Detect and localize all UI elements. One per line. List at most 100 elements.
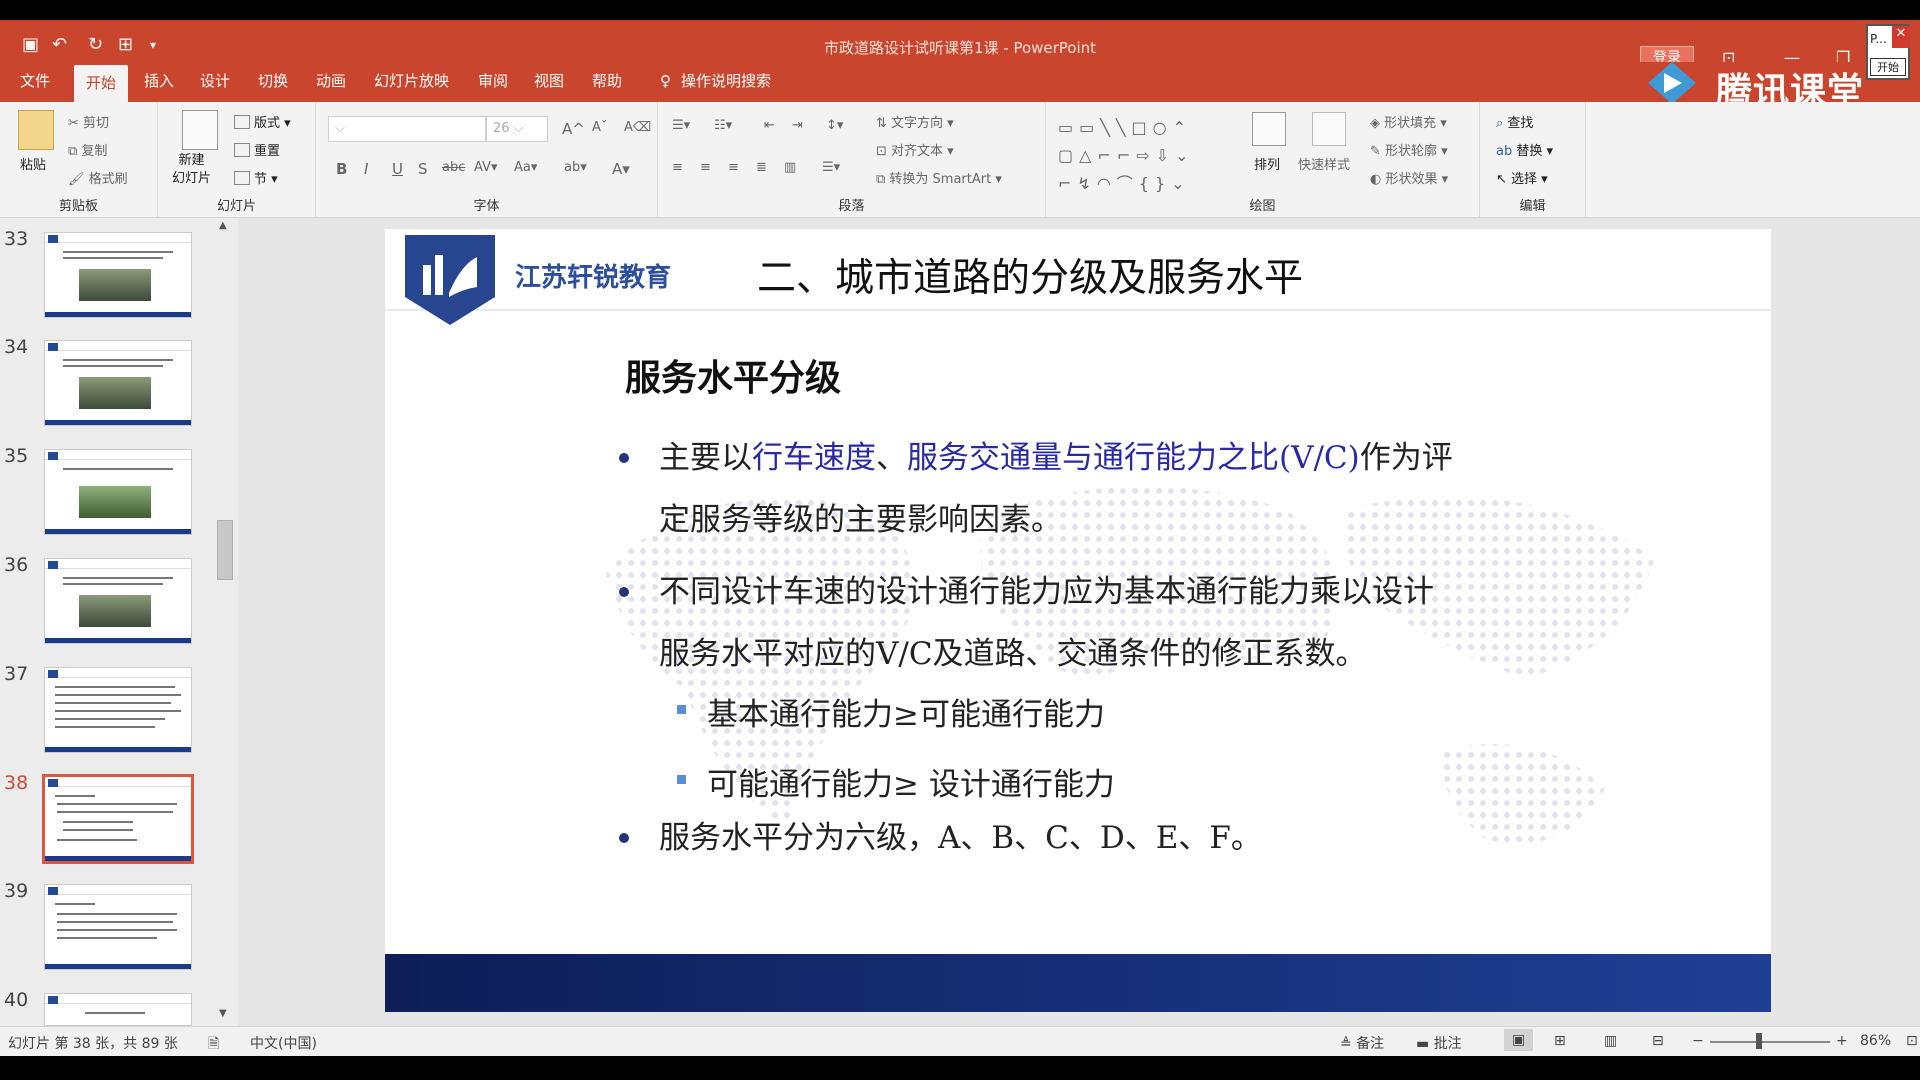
columns-icon[interactable]: ▥ bbox=[784, 160, 796, 175]
select-button[interactable]: ↖ 选择 ▾ bbox=[1496, 168, 1548, 187]
tab-animations[interactable]: 动画 bbox=[316, 70, 346, 91]
tab-design[interactable]: 设计 bbox=[200, 70, 230, 91]
tab-slideshow[interactable]: 幻灯片放映 bbox=[374, 70, 449, 91]
copy-button[interactable]: ⧉ 复制 bbox=[68, 140, 107, 159]
tab-review[interactable]: 审阅 bbox=[478, 70, 508, 91]
tab-file[interactable]: 文件 bbox=[20, 70, 50, 91]
font-size-select[interactable]: 26 ⌵ bbox=[486, 116, 548, 142]
font-color-icon[interactable]: A▾ bbox=[612, 160, 630, 178]
thumbnail-scrollbar[interactable]: ▲ ▼ bbox=[215, 220, 235, 1020]
shape-effects-button[interactable]: ◐ 形状效果 ▾ bbox=[1370, 168, 1448, 187]
line-spacing-icon[interactable]: ↕▾ bbox=[826, 118, 843, 133]
format-painter-button[interactable]: 🖌 格式刷 bbox=[68, 168, 128, 187]
slide-thumbnail[interactable] bbox=[44, 449, 192, 535]
format-painter-label: 格式刷 bbox=[88, 172, 128, 187]
align-left-icon[interactable]: ≡ bbox=[672, 160, 683, 175]
justify-icon[interactable]: ≣ bbox=[756, 160, 767, 175]
thumb-number: 34 bbox=[4, 336, 29, 358]
slide-thumbnail[interactable] bbox=[44, 884, 192, 970]
shapes-gallery[interactable]: ▭▭╲╲□○⌃ ▢△⌐⌐⇨⇩⌄ ⌐↯◠⌒{}⌄ bbox=[1058, 114, 1238, 198]
comments-button[interactable]: ▬ 批注 bbox=[1416, 1033, 1462, 1053]
slide[interactable]: 江苏轩锐教育 二、城市道路的分级及服务水平 服务水平分级 主要以行车速度、服务交… bbox=[385, 229, 1771, 1012]
tell-me-search[interactable]: ♀ 操作说明搜索 bbox=[660, 70, 771, 91]
char-spacing-icon[interactable]: AV▾ bbox=[474, 160, 497, 175]
scroll-up-icon[interactable]: ▲ bbox=[219, 220, 227, 231]
numbering-icon[interactable]: ☷▾ bbox=[714, 118, 732, 133]
bullets-icon[interactable]: ☰▾ bbox=[672, 118, 690, 133]
slide-thumbnail-pane: 33 34 35 36 37 38 39 40 bbox=[0, 218, 238, 1026]
align-text-label: 对齐文本 bbox=[891, 144, 944, 159]
arrange-button[interactable]: 排列 bbox=[1254, 154, 1280, 173]
tab-help[interactable]: 帮助 bbox=[592, 70, 622, 91]
new-slide-button[interactable]: 新建 幻灯片 bbox=[172, 152, 211, 188]
decrease-indent-icon[interactable]: ⇤ bbox=[764, 118, 775, 133]
ribbon: 粘贴 ✂ 剪切 ⧉ 复制 🖌 格式刷 剪贴板 新建 幻灯片 版式 ▾ 重置 节 … bbox=[0, 102, 1920, 218]
tab-home[interactable]: 开始 bbox=[74, 65, 129, 102]
font-size-value: 26 bbox=[493, 121, 510, 136]
text-direction-button[interactable]: ⇅ 文字方向 ▾ bbox=[876, 112, 954, 131]
section-button[interactable]: 节 ▾ bbox=[234, 168, 278, 187]
zoom-slider[interactable] bbox=[1710, 1041, 1830, 1043]
zoom-slider-knob[interactable] bbox=[1756, 1033, 1762, 1049]
increase-indent-icon[interactable]: ⇥ bbox=[792, 118, 803, 133]
paste-icon[interactable] bbox=[18, 110, 54, 150]
presenter-button[interactable]: P... 开始 ✕ bbox=[1866, 24, 1910, 80]
shadow-icon[interactable]: S bbox=[418, 160, 428, 178]
arrange-icon[interactable] bbox=[1252, 112, 1286, 146]
grow-font-icon[interactable]: A^ bbox=[562, 120, 585, 138]
smartart-button[interactable]: ⧉ 转换为 SmartArt ▾ bbox=[876, 168, 1002, 187]
normal-view-icon[interactable]: ▣ bbox=[1504, 1029, 1534, 1051]
new-slide-icon[interactable] bbox=[182, 110, 218, 150]
tab-view[interactable]: 视图 bbox=[534, 70, 564, 91]
italic-icon[interactable]: I bbox=[364, 160, 368, 178]
slide-thumbnail[interactable] bbox=[44, 232, 192, 318]
sub-bullet-point: 基本通行能力≥可能通行能力 bbox=[677, 689, 1105, 734]
cut-button[interactable]: ✂ 剪切 bbox=[68, 112, 109, 131]
slide-thumbnail[interactable] bbox=[44, 667, 192, 753]
quick-styles-icon[interactable] bbox=[1312, 112, 1346, 146]
slide-thumbnail[interactable] bbox=[44, 558, 192, 644]
slide-thumbnail-selected[interactable] bbox=[42, 774, 194, 864]
change-case-icon[interactable]: Aa▾ bbox=[514, 160, 537, 175]
fit-slide-icon[interactable]: ⊡ bbox=[1906, 1033, 1918, 1049]
underline-icon[interactable]: U bbox=[392, 160, 403, 178]
align-text-button[interactable]: ⊡ 对齐文本 ▾ bbox=[876, 140, 954, 159]
bold-icon[interactable]: B bbox=[336, 160, 347, 178]
shape-outline-button[interactable]: ✎ 形状轮廓 ▾ bbox=[1370, 140, 1448, 159]
scroll-down-icon[interactable]: ▼ bbox=[219, 1008, 227, 1019]
slide-thumbnail[interactable] bbox=[44, 340, 192, 426]
quick-styles-button[interactable]: 快速样式 bbox=[1298, 154, 1350, 173]
paste-button[interactable]: 粘贴 bbox=[20, 154, 46, 173]
reading-view-icon[interactable]: ▥ bbox=[1604, 1033, 1617, 1049]
align-center-icon[interactable]: ≡ bbox=[700, 160, 711, 175]
zoom-out-icon[interactable]: − bbox=[1692, 1033, 1704, 1049]
slide-thumbnail[interactable] bbox=[44, 993, 192, 1026]
close-icon[interactable]: ✕ bbox=[1892, 26, 1910, 48]
reset-button[interactable]: 重置 bbox=[234, 140, 280, 159]
scroll-thumb[interactable] bbox=[217, 520, 233, 580]
clear-format-icon[interactable]: A⌫ bbox=[624, 120, 651, 135]
bullet-dot-icon bbox=[619, 453, 629, 463]
shape-fill-button[interactable]: ◈ 形状填充 ▾ bbox=[1370, 112, 1447, 131]
notes-button[interactable]: ≜ 备注 bbox=[1340, 1033, 1384, 1053]
strikethrough-icon[interactable]: abc bbox=[442, 160, 465, 175]
editing-label: 编辑 bbox=[1519, 199, 1546, 214]
zoom-in-icon[interactable]: + bbox=[1836, 1033, 1848, 1049]
square-bullet-icon bbox=[677, 775, 686, 784]
slide-sorter-icon[interactable]: ⊞ bbox=[1554, 1033, 1566, 1049]
window-title: 市政道路设计试听课第1课 - PowerPoint bbox=[823, 39, 1097, 57]
tab-transitions[interactable]: 切换 bbox=[258, 70, 288, 91]
replace-button[interactable]: ab 替换 ▾ bbox=[1496, 140, 1553, 159]
shrink-font-icon[interactable]: Aˇ bbox=[592, 120, 607, 135]
font-family-select[interactable]: ⌵ bbox=[328, 116, 486, 142]
slideshow-icon[interactable]: ⊟ bbox=[1652, 1033, 1664, 1049]
spelling-icon[interactable]: 🗎 bbox=[208, 1033, 219, 1057]
tab-insert[interactable]: 插入 bbox=[144, 70, 174, 91]
zoom-level[interactable]: 86% bbox=[1860, 1033, 1891, 1049]
find-button[interactable]: ⌕ 查找 bbox=[1496, 112, 1533, 131]
language-indicator[interactable]: 中文(中国) bbox=[250, 1033, 317, 1053]
layout-button[interactable]: 版式 ▾ bbox=[234, 112, 291, 131]
align-right-icon[interactable]: ≡ bbox=[728, 160, 739, 175]
highlight-icon[interactable]: ab▾ bbox=[564, 160, 587, 175]
distribute-icon[interactable]: ☰▾ bbox=[822, 160, 840, 175]
